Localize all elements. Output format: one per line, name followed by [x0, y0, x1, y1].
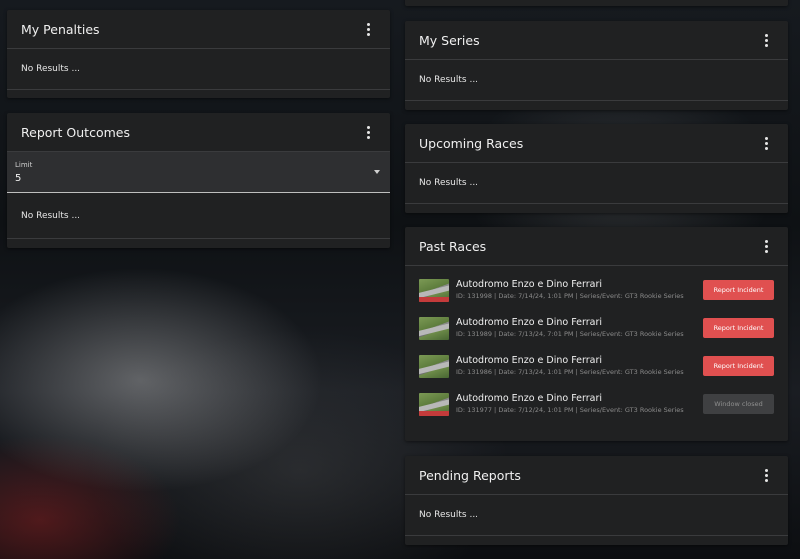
- race-info: Autodromo Enzo e Dino Ferrari ID: 131986…: [456, 355, 703, 377]
- empty-state: No Results ...: [405, 163, 788, 204]
- race-row: Autodromo Enzo e Dino Ferrari ID: 131989…: [419, 313, 774, 343]
- limit-value: 5: [15, 173, 22, 184]
- track-thumbnail: [419, 354, 449, 378]
- pending-reports-card: Pending Reports No Results ...: [405, 456, 788, 545]
- more-vertical-icon[interactable]: [360, 21, 376, 37]
- past-races-card: Past Races Autodromo Enzo e Dino Ferrari…: [405, 227, 788, 441]
- race-info: Autodromo Enzo e Dino Ferrari ID: 131998…: [456, 279, 703, 301]
- empty-state: No Results ...: [7, 49, 390, 90]
- card-header: My Series: [405, 21, 788, 60]
- my-series-card: My Series No Results ...: [405, 21, 788, 110]
- card-title: My Penalties: [21, 21, 100, 37]
- report-incident-button[interactable]: Report Incident: [703, 318, 774, 338]
- track-thumbnail: [419, 316, 449, 340]
- card-title: Pending Reports: [419, 467, 521, 483]
- empty-state: No Results ...: [7, 193, 390, 239]
- card-title: Past Races: [419, 238, 487, 254]
- upcoming-races-card: Upcoming Races No Results ...: [405, 124, 788, 213]
- window-closed-button: Window closed: [703, 394, 774, 414]
- report-incident-button[interactable]: Report Incident: [703, 356, 774, 376]
- race-track-name[interactable]: Autodromo Enzo e Dino Ferrari: [456, 355, 703, 367]
- track-thumbnail: [419, 278, 449, 302]
- card-title: Report Outcomes: [21, 124, 130, 140]
- card-header: Pending Reports: [405, 456, 788, 495]
- race-meta: ID: 131977 | Date: 7/12/24, 1:01 PM | Se…: [456, 406, 684, 414]
- limit-label: Limit: [15, 161, 33, 169]
- race-info: Autodromo Enzo e Dino Ferrari ID: 131977…: [456, 393, 703, 415]
- race-meta: ID: 131998 | Date: 7/14/24, 1:01 PM | Se…: [456, 292, 684, 300]
- track-thumbnail: [419, 392, 449, 416]
- race-track-name[interactable]: Autodromo Enzo e Dino Ferrari: [456, 317, 703, 329]
- card-header: Past Races: [405, 227, 788, 266]
- limit-select[interactable]: Limit 5: [7, 152, 390, 193]
- card-header: My Penalties: [7, 10, 390, 49]
- card-top-partial: [405, 0, 788, 6]
- more-vertical-icon[interactable]: [758, 135, 774, 151]
- race-row: Autodromo Enzo e Dino Ferrari ID: 131998…: [419, 275, 774, 305]
- race-track-name[interactable]: Autodromo Enzo e Dino Ferrari: [456, 393, 703, 405]
- empty-state: No Results ...: [405, 495, 788, 536]
- race-info: Autodromo Enzo e Dino Ferrari ID: 131989…: [456, 317, 703, 339]
- more-vertical-icon[interactable]: [360, 124, 376, 140]
- race-row: Autodromo Enzo e Dino Ferrari ID: 131977…: [419, 389, 774, 419]
- caret-down-icon: [374, 170, 380, 174]
- my-penalties-card: My Penalties No Results ...: [7, 10, 390, 98]
- race-row: Autodromo Enzo e Dino Ferrari ID: 131986…: [419, 351, 774, 381]
- card-header: Report Outcomes: [7, 113, 390, 152]
- race-meta: ID: 131989 | Date: 7/13/24, 7:01 PM | Se…: [456, 330, 684, 338]
- more-vertical-icon[interactable]: [758, 467, 774, 483]
- card-header: Upcoming Races: [405, 124, 788, 163]
- more-vertical-icon[interactable]: [758, 32, 774, 48]
- card-title: My Series: [419, 32, 480, 48]
- race-track-name[interactable]: Autodromo Enzo e Dino Ferrari: [456, 279, 703, 291]
- empty-state: No Results ...: [405, 60, 788, 101]
- report-incident-button[interactable]: Report Incident: [703, 280, 774, 300]
- race-meta: ID: 131986 | Date: 7/13/24, 1:01 PM | Se…: [456, 368, 684, 376]
- card-title: Upcoming Races: [419, 135, 524, 151]
- more-vertical-icon[interactable]: [758, 238, 774, 254]
- report-outcomes-card: Report Outcomes Limit 5 No Results ...: [7, 113, 390, 248]
